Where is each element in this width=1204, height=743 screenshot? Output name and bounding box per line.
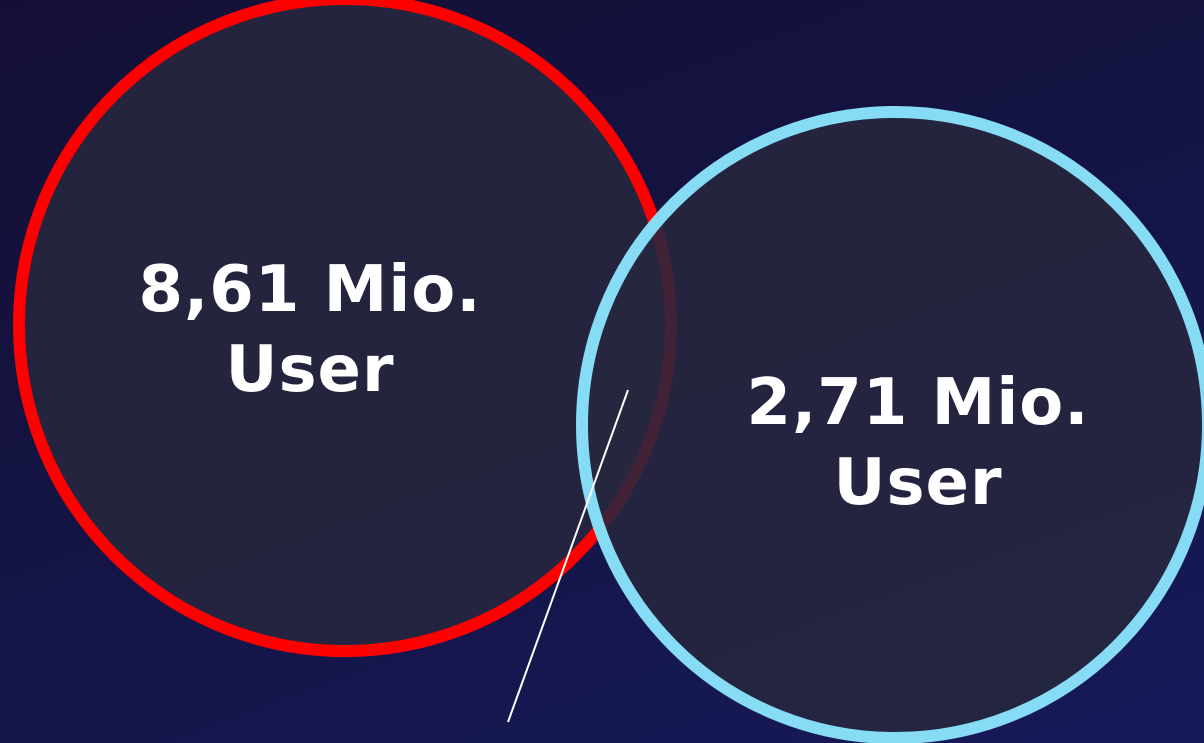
- right-set-unit: User: [833, 446, 1003, 520]
- left-set-label: 8,61 Mio. User: [110, 250, 510, 410]
- venn-diagram: 8,61 Mio. User 2,71 Mio. User: [0, 0, 1204, 743]
- right-set-value: 2,71 Mio.: [746, 366, 1090, 440]
- left-set-value: 8,61 Mio.: [138, 253, 482, 327]
- left-set-unit: User: [225, 333, 395, 407]
- right-set-label: 2,71 Mio. User: [718, 363, 1118, 523]
